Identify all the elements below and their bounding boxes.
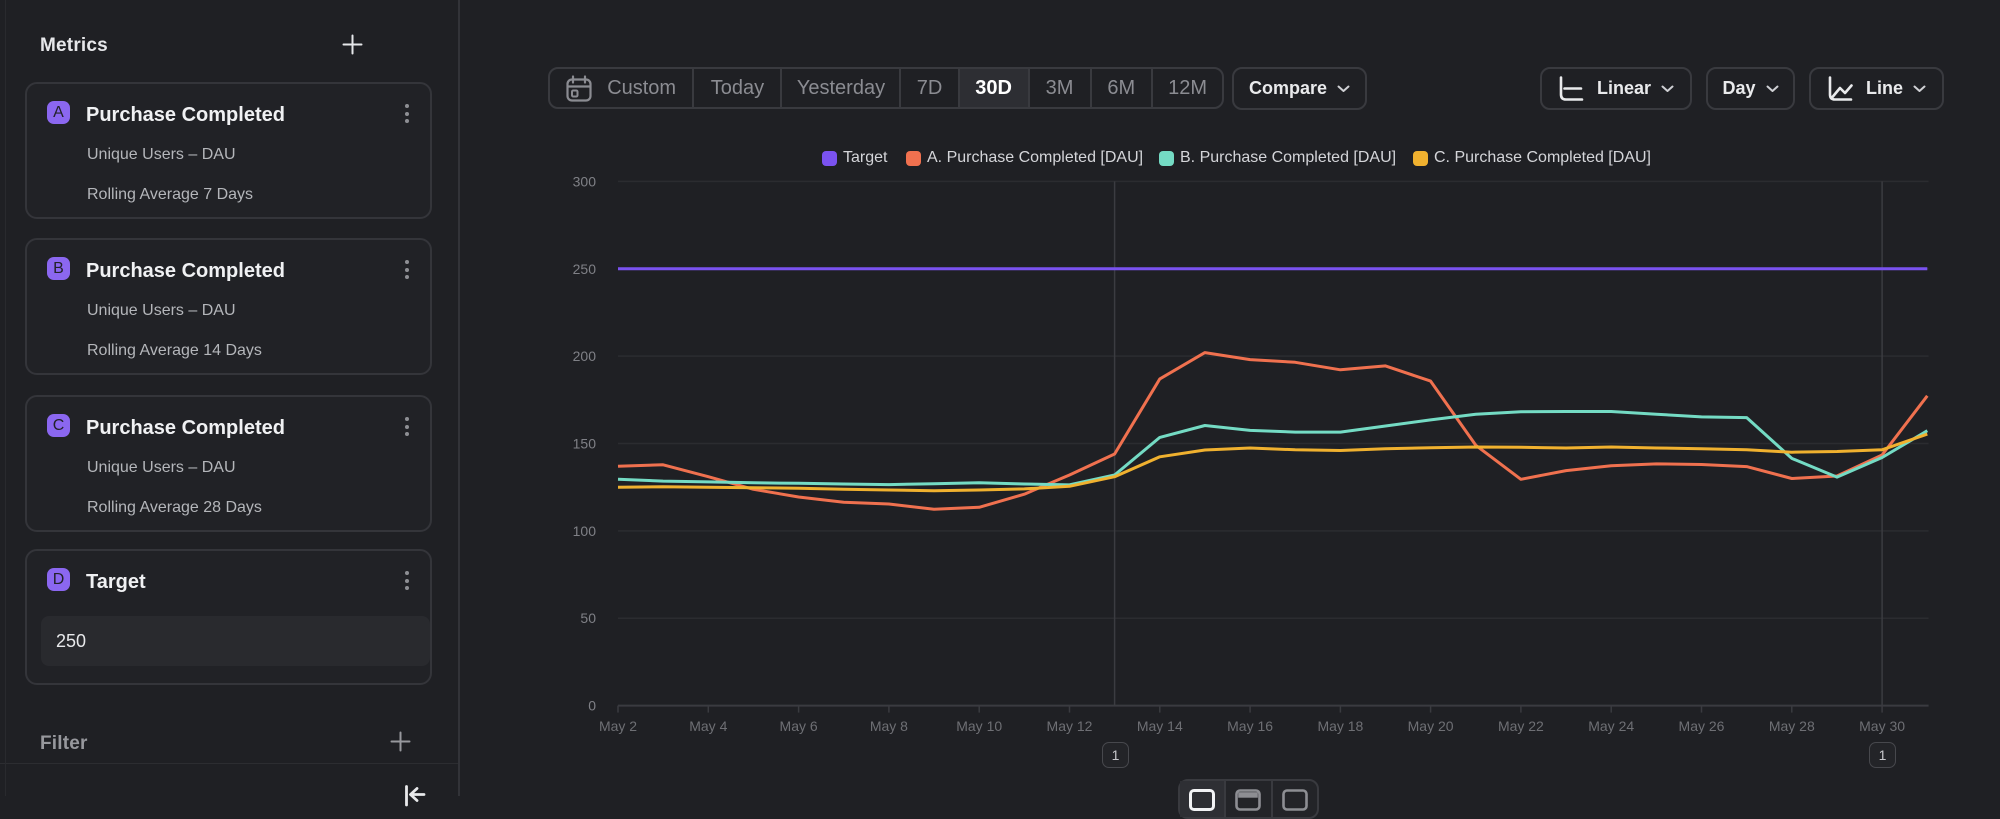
svg-text:May 16: May 16 bbox=[1227, 718, 1273, 734]
svg-text:May 18: May 18 bbox=[1317, 718, 1363, 734]
svg-text:150: 150 bbox=[573, 436, 597, 452]
svg-text:May 14: May 14 bbox=[1137, 718, 1183, 734]
svg-text:May 24: May 24 bbox=[1588, 718, 1634, 734]
svg-text:200: 200 bbox=[573, 348, 597, 364]
svg-text:May 6: May 6 bbox=[780, 718, 818, 734]
svg-text:May 2: May 2 bbox=[599, 718, 637, 734]
svg-text:May 20: May 20 bbox=[1408, 718, 1454, 734]
svg-text:0: 0 bbox=[588, 698, 596, 714]
svg-text:May 30: May 30 bbox=[1859, 718, 1905, 734]
svg-text:May 12: May 12 bbox=[1047, 718, 1093, 734]
svg-text:May 10: May 10 bbox=[956, 718, 1002, 734]
svg-text:250: 250 bbox=[573, 261, 597, 277]
svg-text:May 22: May 22 bbox=[1498, 718, 1544, 734]
svg-text:May 28: May 28 bbox=[1769, 718, 1815, 734]
svg-text:May 4: May 4 bbox=[689, 718, 727, 734]
svg-text:May 8: May 8 bbox=[870, 718, 908, 734]
svg-text:100: 100 bbox=[573, 523, 597, 539]
svg-text:300: 300 bbox=[573, 173, 597, 189]
svg-text:May 26: May 26 bbox=[1679, 718, 1725, 734]
svg-text:50: 50 bbox=[580, 610, 596, 626]
